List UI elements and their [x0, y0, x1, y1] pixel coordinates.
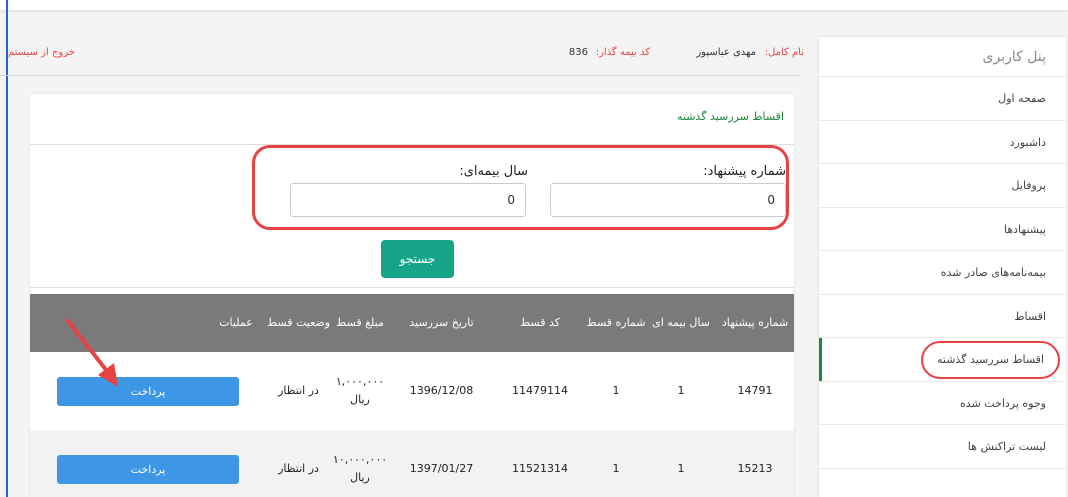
full-name-label: نام کامل: — [764, 47, 804, 58]
cell-status: در انتظار — [278, 462, 319, 476]
col-installment-code: کد قسط — [519, 315, 561, 329]
sidebar-item-label: بیمه‌نامه‌های صادر شده — [940, 266, 1046, 279]
cell-proposal-no: 14791 — [737, 384, 773, 398]
cell-due-date: 1397/01/27 — [409, 462, 474, 476]
annotation-arrow-icon — [66, 319, 118, 387]
policy-year-label: سال بیمه‌ای: — [459, 164, 528, 179]
sidebar: پنل کاربری صفحه اول داشبورد پروفایل پیشن… — [819, 37, 1066, 497]
policy-year-input[interactable] — [290, 183, 526, 217]
col-status: وضعیت قسط — [266, 315, 331, 329]
cell-amount: ۱۰,۰۰۰,۰۰۰ ریال — [331, 430, 389, 497]
sidebar-item-label: پیشنهادها — [1004, 222, 1046, 236]
cell-installment-code: 11479114 — [512, 384, 568, 398]
col-policy-year: سال بیمه ای — [652, 315, 710, 329]
sidebar-title: پنل کاربری — [819, 37, 1066, 77]
sidebar-item-label: اقساط — [1014, 309, 1046, 323]
cell-installment-code: 11521314 — [512, 462, 568, 476]
cell-installment-no: 1 — [612, 462, 620, 476]
cell-status: در انتظار — [278, 384, 319, 398]
sidebar-item-installments[interactable]: اقساط — [819, 295, 1066, 338]
top-bar — [0, 0, 1068, 10]
installments-table: شماره پیشنهاد سال بیمه ای شماره قسط کد ق… — [30, 294, 794, 497]
full-name-value: مهدی عباسپور — [696, 47, 756, 58]
sidebar-item-label: وجوه پرداخت شده — [960, 396, 1046, 410]
sidebar-item-label: پروفایل — [1011, 179, 1046, 192]
sidebar-item-transactions[interactable]: لیست تراکنش ها — [819, 425, 1066, 469]
cell-installment-no: 1 — [612, 384, 620, 398]
col-amount: مبلغ قسط — [336, 315, 384, 329]
search-button[interactable]: جستجو — [381, 240, 454, 278]
table-row: 15213 1 1 11521314 1397/01/27 ۱۰,۰۰۰,۰۰۰… — [30, 430, 794, 497]
table-row: 14791 1 1 11479114 1396/12/08 ۱,۰۰۰,۰۰۰ … — [30, 352, 794, 430]
col-due-date: تاریخ سررسید — [409, 315, 474, 329]
user-info-bar: نام کامل: مهدی عباسپور کد بیمه گذار: 836… — [0, 40, 804, 76]
cell-amount: ۱,۰۰۰,۰۰۰ ریال — [331, 352, 389, 430]
cell-proposal-no: 15213 — [737, 462, 773, 476]
cell-operations: پرداخت — [30, 430, 266, 497]
col-operations: عملیات — [219, 315, 253, 329]
card-title: اقساط سررسید گذشته — [677, 110, 784, 123]
cell-policy-year: 1 — [677, 384, 685, 398]
sidebar-item-proposals[interactable]: پیشنهادها — [819, 208, 1066, 251]
sidebar-item-label: داشبورد — [1009, 135, 1046, 149]
sidebar-item-profile[interactable]: پروفایل — [819, 164, 1066, 208]
sidebar-item-label: صفحه اول — [998, 92, 1046, 105]
overdue-installments-card: اقساط سررسید گذشته شماره پیشنهاد: سال بی… — [30, 94, 794, 497]
proposal-number-label: شماره پیشنهاد: — [703, 164, 786, 179]
sidebar-item-paid-amounts[interactable]: وجوه پرداخت شده — [819, 382, 1066, 425]
insurer-code-label: کد بیمه گذار: — [595, 47, 650, 58]
sidebar-item-home[interactable]: صفحه اول — [819, 77, 1066, 121]
amount-value: ۱,۰۰۰,۰۰۰ — [335, 375, 385, 389]
sidebar-item-issued-policies[interactable]: بیمه‌نامه‌های صادر شده — [819, 251, 1066, 295]
logout-link[interactable]: خروج از سیستم — [8, 47, 75, 58]
sidebar-item-overdue-installments[interactable]: اقساط سررسید گذشته — [819, 338, 1066, 382]
sidebar-item-dashboard[interactable]: داشبورد — [819, 121, 1066, 164]
amount-currency: ریال — [350, 471, 370, 484]
cell-policy-year: 1 — [677, 462, 685, 476]
table-header: شماره پیشنهاد سال بیمه ای شماره قسط کد ق… — [30, 294, 794, 352]
sidebar-item-label: لیست تراکنش ها — [967, 440, 1046, 453]
insurer-code-value: 836 — [568, 47, 588, 58]
proposal-number-input[interactable] — [550, 183, 786, 217]
cell-due-date: 1396/12/08 — [409, 384, 474, 398]
divider — [30, 287, 794, 288]
amount-currency: ریال — [350, 393, 370, 406]
amount-value: ۱۰,۰۰۰,۰۰۰ — [332, 453, 388, 467]
col-installment-no: شماره قسط — [586, 315, 646, 329]
pay-button[interactable]: پرداخت — [57, 454, 239, 484]
col-proposal-no: شماره پیشنهاد — [721, 315, 789, 329]
sidebar-item-label: اقساط سررسید گذشته — [921, 341, 1060, 379]
